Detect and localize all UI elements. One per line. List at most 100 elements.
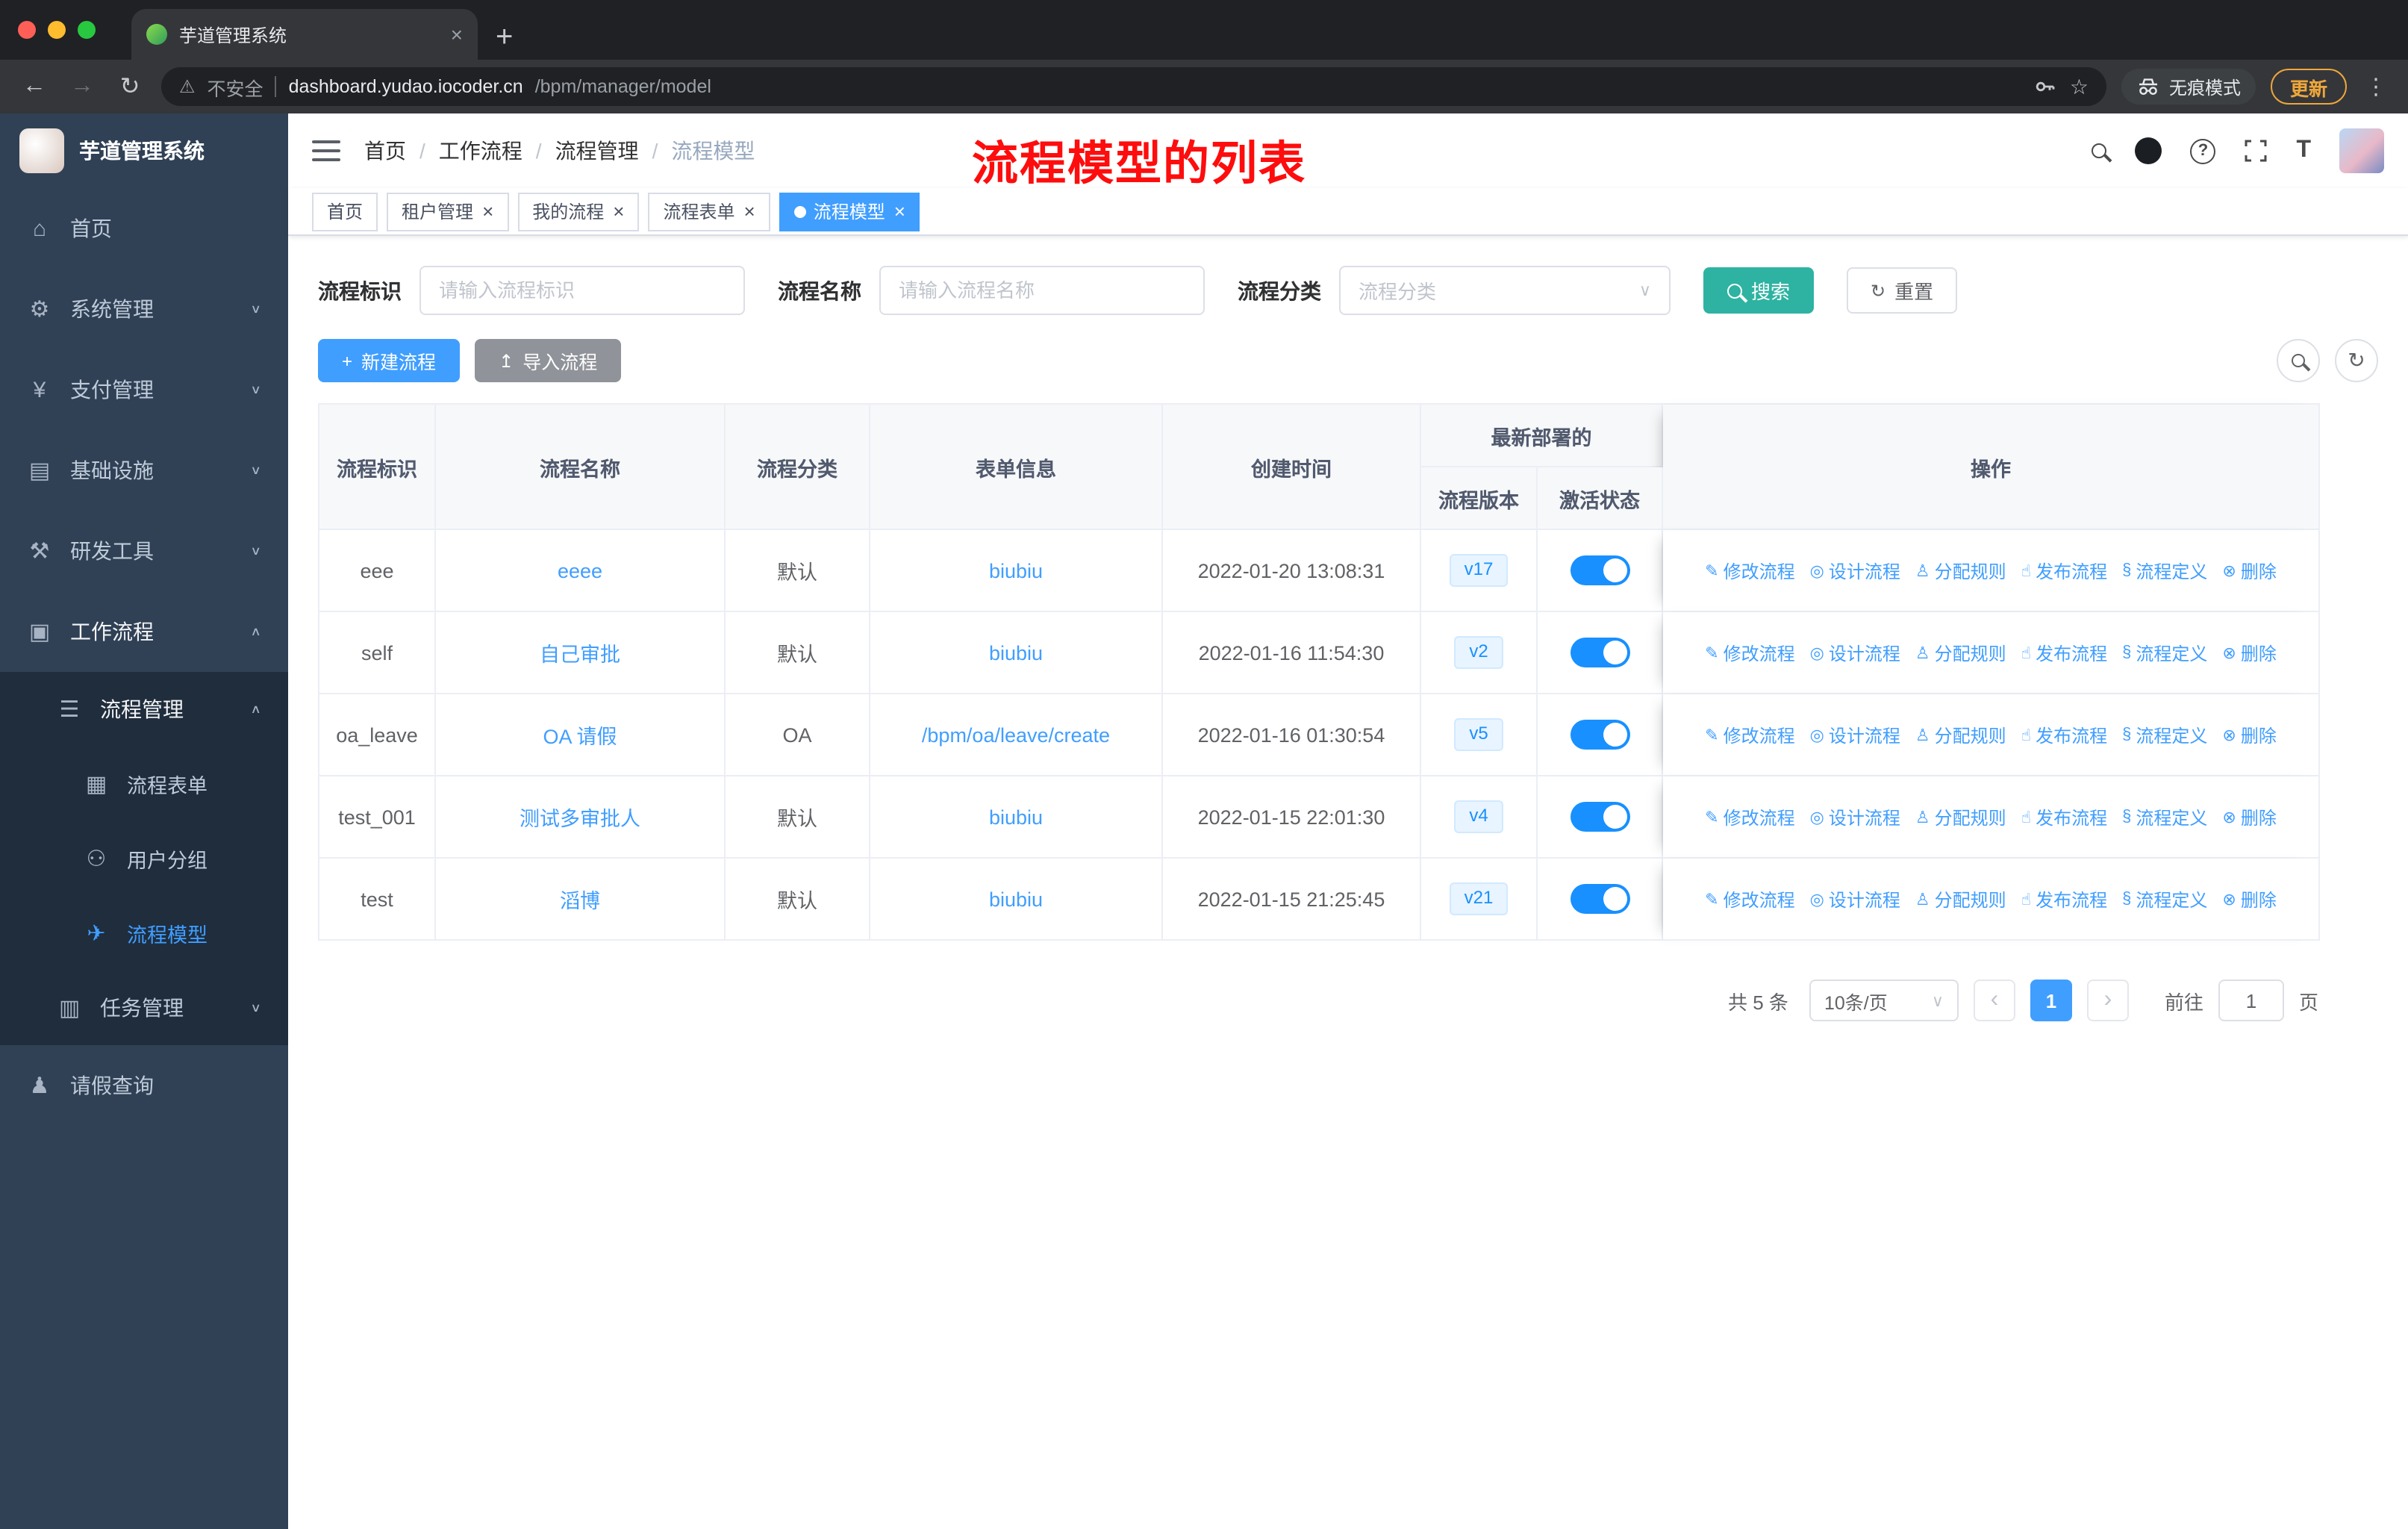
sidebar-item[interactable]: ▥ 任务管理 ∨: [0, 971, 288, 1045]
breadcrumb-item[interactable]: 流程模型: [671, 136, 755, 166]
row-action-link[interactable]: § 流程定义: [2122, 722, 2207, 747]
row-action-link[interactable]: ♙ 分配规则: [1915, 640, 2006, 665]
tag-item[interactable]: 首页: [312, 192, 378, 231]
browser-tab[interactable]: 芋道管理系统 ×: [131, 9, 478, 60]
row-action-link[interactable]: ✎ 修改流程: [1705, 722, 1794, 747]
row-action-link[interactable]: ⊗ 删除: [2222, 558, 2276, 583]
sidebar-item[interactable]: ▣ 工作流程 ∧: [0, 591, 288, 672]
active-toggle[interactable]: [1570, 555, 1629, 585]
process-name-input[interactable]: [879, 266, 1205, 315]
help-icon[interactable]: ?: [2190, 138, 2216, 164]
goto-page-input[interactable]: [2218, 980, 2284, 1021]
browser-menu-icon[interactable]: ⋮: [2362, 73, 2390, 100]
process-name-link[interactable]: 测试多审批人: [520, 808, 640, 830]
fullscreen-icon[interactable]: [2244, 139, 2268, 163]
prev-page-button[interactable]: ‹: [1973, 980, 2015, 1021]
row-action-link[interactable]: ⊗ 删除: [2222, 640, 2276, 665]
row-action-link[interactable]: ♙ 分配规则: [1915, 558, 2006, 583]
row-action-link[interactable]: ⊗ 删除: [2222, 722, 2276, 747]
row-action-link[interactable]: ☝ 发布流程: [2021, 722, 2107, 747]
sidebar-item[interactable]: ⚒ 研发工具 ∨: [0, 511, 288, 591]
page-size-select[interactable]: 10条/页 ∨: [1809, 980, 1959, 1021]
row-action-link[interactable]: ✎ 修改流程: [1705, 804, 1794, 829]
close-tag-icon[interactable]: ×: [482, 200, 493, 222]
row-action-link[interactable]: ◎ 设计流程: [1810, 558, 1900, 583]
form-info-link[interactable]: biubiu: [989, 806, 1043, 828]
new-tab-button[interactable]: +: [496, 22, 513, 52]
password-key-icon[interactable]: [2034, 75, 2058, 99]
row-action-link[interactable]: ◎ 设计流程: [1810, 640, 1900, 665]
tag-item[interactable]: 租户管理 ×: [387, 192, 509, 231]
tag-item[interactable]: 我的流程 ×: [517, 192, 640, 231]
reset-button[interactable]: ↻ 重置: [1847, 267, 1958, 314]
row-action-link[interactable]: ✎ 修改流程: [1705, 558, 1794, 583]
form-info-link[interactable]: biubiu: [989, 559, 1043, 582]
process-key-input[interactable]: [419, 266, 745, 315]
close-tag-icon[interactable]: ×: [894, 200, 905, 222]
sidebar-toggle-icon[interactable]: [312, 140, 340, 161]
font-size-icon[interactable]: T: [2296, 137, 2311, 164]
sidebar-item[interactable]: ♟ 请假查询: [0, 1045, 288, 1126]
close-tag-icon[interactable]: ×: [744, 200, 755, 222]
import-process-button[interactable]: ↥ 导入流程: [475, 339, 622, 382]
traffic-light-close[interactable]: [18, 21, 36, 39]
refresh-table-button[interactable]: ↻: [2335, 339, 2378, 382]
forward-button[interactable]: →: [66, 73, 99, 100]
breadcrumb-item[interactable]: 首页: [364, 136, 406, 166]
tag-item[interactable]: 流程模型 ×: [779, 192, 920, 231]
process-name-link[interactable]: eeee: [558, 559, 602, 582]
github-icon[interactable]: [2135, 137, 2162, 164]
sidebar-item[interactable]: ⚙ 系统管理 ∨: [0, 269, 288, 349]
row-action-link[interactable]: § 流程定义: [2122, 804, 2207, 829]
toggle-search-button[interactable]: [2277, 339, 2320, 382]
close-tab-icon[interactable]: ×: [451, 22, 463, 46]
traffic-light-zoom[interactable]: [78, 21, 96, 39]
sidebar-item[interactable]: ⚇ 用户分组: [0, 821, 288, 896]
traffic-light-minimize[interactable]: [48, 21, 66, 39]
breadcrumb-item[interactable]: 流程管理: [555, 136, 639, 166]
active-toggle[interactable]: [1570, 638, 1629, 667]
create-process-button[interactable]: + 新建流程: [318, 339, 461, 382]
bookmark-star-icon[interactable]: ☆: [2070, 74, 2089, 99]
active-toggle[interactable]: [1570, 802, 1629, 832]
row-action-link[interactable]: ✎ 修改流程: [1705, 640, 1794, 665]
row-action-link[interactable]: ⊗ 删除: [2222, 804, 2276, 829]
sidebar-item[interactable]: ✈ 流程模型: [0, 896, 288, 971]
address-bar[interactable]: ⚠ 不安全 dashboard.yudao.iocoder.cn /bpm/ma…: [161, 67, 2106, 106]
breadcrumb-item[interactable]: 工作流程: [439, 136, 523, 166]
row-action-link[interactable]: ♙ 分配规则: [1915, 804, 2006, 829]
form-info-link[interactable]: /bpm/oa/leave/create: [922, 723, 1110, 746]
process-name-link[interactable]: 滔博: [560, 890, 600, 912]
row-action-link[interactable]: ✎ 修改流程: [1705, 886, 1794, 912]
category-select[interactable]: 流程分类 ∨: [1339, 266, 1671, 315]
active-toggle[interactable]: [1570, 720, 1629, 750]
sidebar-item[interactable]: ⌂ 首页: [0, 188, 288, 269]
row-action-link[interactable]: ♙ 分配规则: [1915, 722, 2006, 747]
row-action-link[interactable]: ☝ 发布流程: [2021, 558, 2107, 583]
row-action-link[interactable]: ☝ 发布流程: [2021, 804, 2107, 829]
row-action-link[interactable]: § 流程定义: [2122, 886, 2207, 912]
row-action-link[interactable]: ☝ 发布流程: [2021, 640, 2107, 665]
row-action-link[interactable]: § 流程定义: [2122, 640, 2207, 665]
sidebar-item[interactable]: ▦ 流程表单: [0, 747, 288, 821]
row-action-link[interactable]: § 流程定义: [2122, 558, 2207, 583]
form-info-link[interactable]: biubiu: [989, 888, 1043, 910]
tag-item[interactable]: 流程表单 ×: [648, 192, 770, 231]
active-toggle[interactable]: [1570, 884, 1629, 914]
form-info-link[interactable]: biubiu: [989, 641, 1043, 664]
update-button[interactable]: 更新: [2270, 69, 2347, 105]
row-action-link[interactable]: ◎ 设计流程: [1810, 804, 1900, 829]
page-number-1[interactable]: 1: [2030, 980, 2072, 1021]
row-action-link[interactable]: ◎ 设计流程: [1810, 886, 1900, 912]
reload-button[interactable]: ↻: [113, 72, 146, 102]
search-icon[interactable]: [2092, 143, 2107, 158]
process-name-link[interactable]: OA 请假: [543, 726, 617, 748]
row-action-link[interactable]: ♙ 分配规则: [1915, 886, 2006, 912]
sidebar-item[interactable]: ▤ 基础设施 ∨: [0, 430, 288, 511]
sidebar-item[interactable]: ¥ 支付管理 ∨: [0, 349, 288, 430]
close-tag-icon[interactable]: ×: [613, 200, 624, 222]
back-button[interactable]: ←: [18, 73, 51, 100]
process-name-link[interactable]: 自己审批: [540, 644, 620, 666]
row-action-link[interactable]: ⊗ 删除: [2222, 886, 2276, 912]
row-action-link[interactable]: ☝ 发布流程: [2021, 886, 2107, 912]
